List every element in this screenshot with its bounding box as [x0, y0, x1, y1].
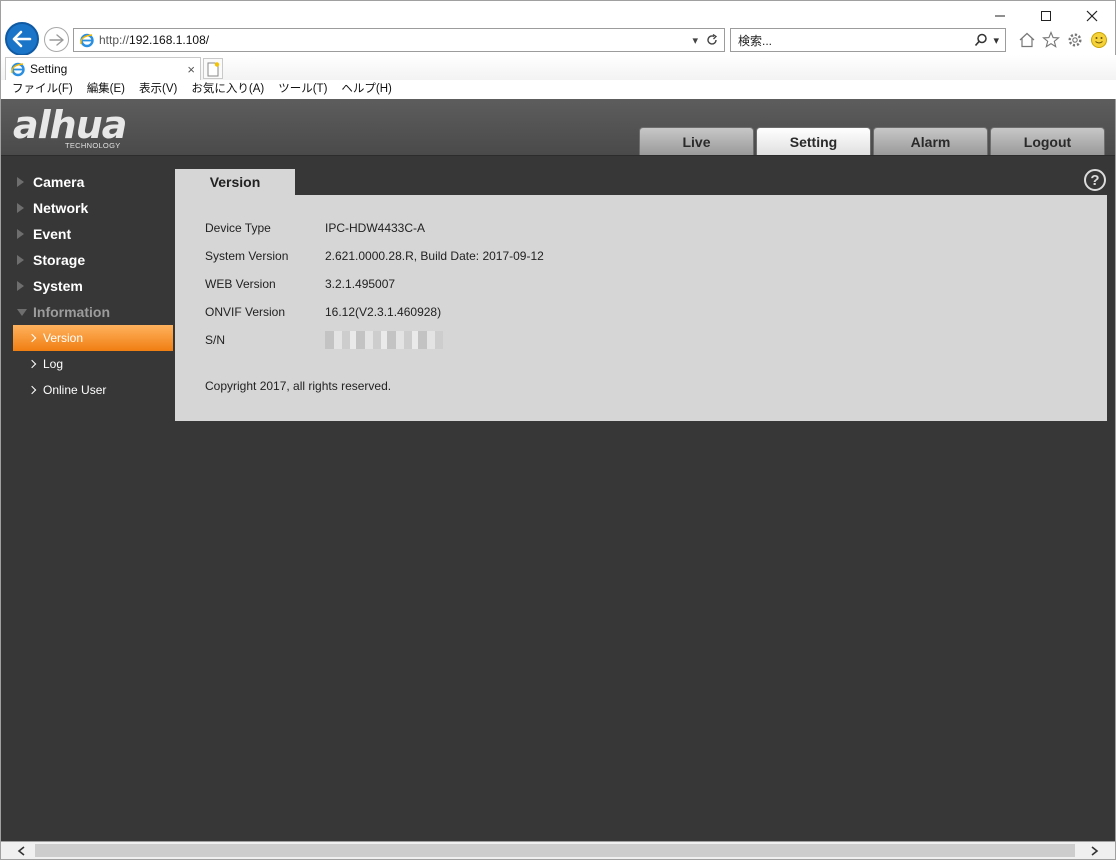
- search-dropdown-icon[interactable]: ▾: [993, 34, 999, 47]
- tab-live[interactable]: Live: [639, 127, 754, 155]
- ie-tab-icon: [11, 62, 25, 77]
- help-icon[interactable]: ?: [1084, 169, 1106, 191]
- chevron-right-icon: [27, 333, 37, 343]
- close-window-icon[interactable]: [1069, 3, 1115, 29]
- system-version-label: System Version: [205, 249, 289, 263]
- sidebar-item-network[interactable]: Network: [1, 195, 175, 221]
- ie-page-icon: [80, 33, 94, 48]
- url-host: 192.168.1.108/: [129, 33, 210, 47]
- tab-title: Setting: [30, 62, 68, 76]
- scroll-right-icon[interactable]: [1087, 844, 1101, 858]
- device-type-label: Device Type: [205, 221, 271, 235]
- forward-arrow-icon: [48, 33, 64, 46]
- settings-sidebar: Camera Network Event Storage System Info…: [1, 169, 175, 403]
- menu-file[interactable]: ファイル(F): [5, 80, 80, 99]
- new-tab-button[interactable]: [203, 58, 223, 79]
- copyright-text: Copyright 2017, all rights reserved.: [205, 379, 392, 393]
- sidebar-item-label: Storage: [33, 252, 86, 268]
- forward-button[interactable]: [44, 27, 69, 52]
- tab-logout[interactable]: Logout: [990, 127, 1105, 155]
- smiley-feedback-icon[interactable]: [1089, 30, 1109, 50]
- version-panel: Device Type IPC-HDW4433C-A System Versio…: [175, 195, 1107, 421]
- chevron-right-icon: [27, 359, 37, 369]
- collapse-triangle-icon: [17, 308, 27, 316]
- scroll-left-icon[interactable]: [15, 844, 29, 858]
- system-version-value: 2.621.0000.28.R, Build Date: 2017-09-12: [325, 249, 544, 263]
- back-arrow-icon: [12, 30, 32, 48]
- tab-strip: Setting ×: [1, 55, 1116, 80]
- serial-number-redacted: [325, 331, 443, 349]
- browser-toolbar-icons: [1017, 30, 1109, 50]
- main-nav-tabs: Live Setting Alarm Logout: [639, 127, 1105, 155]
- chevron-right-icon: [27, 385, 37, 395]
- menu-bar: ファイル(F) 編集(E) 表示(V) お気に入り(A) ツール(T) ヘルプ(…: [1, 80, 1116, 100]
- onvif-version-row: ONVIF Version 16.12(V2.3.1.460928): [205, 305, 441, 319]
- expand-triangle-icon: [17, 229, 24, 239]
- browser-chrome: http://192.168.1.108/ ▾ 検索... ▾ Setting …: [0, 0, 1116, 100]
- sidebar-item-label: Information: [33, 304, 110, 320]
- onvif-version-value: 16.12(V2.3.1.460928): [325, 305, 442, 319]
- web-version-row: WEB Version 3.2.1.495007: [205, 277, 395, 291]
- camera-web-app: alhua TECHNOLOGY Live Setting Alarm Logo…: [0, 99, 1116, 841]
- device-type-row: Device Type IPC-HDW4433C-A: [205, 221, 425, 235]
- sidebar-item-event[interactable]: Event: [1, 221, 175, 247]
- tab-close-icon[interactable]: ×: [187, 62, 195, 77]
- serial-number-row: S/N: [205, 331, 443, 349]
- tab-alarm[interactable]: Alarm: [873, 127, 988, 155]
- menu-edit[interactable]: 編集(E): [80, 80, 132, 99]
- sidebar-subitem-version[interactable]: Version: [13, 325, 173, 351]
- expand-triangle-icon: [17, 203, 24, 213]
- system-version-row: System Version 2.621.0000.28.R, Build Da…: [205, 249, 544, 263]
- url-scheme: http://: [99, 33, 130, 47]
- sidebar-subitem-label: Version: [43, 331, 84, 345]
- sidebar-item-label: Camera: [33, 174, 85, 190]
- sidebar-item-system[interactable]: System: [1, 273, 175, 299]
- sidebar-subitem-label: Online User: [43, 383, 107, 397]
- sidebar-item-camera[interactable]: Camera: [1, 169, 175, 195]
- sidebar-item-label: Event: [33, 226, 72, 242]
- search-icon[interactable]: [974, 33, 988, 47]
- search-box[interactable]: 検索... ▾: [730, 28, 1006, 52]
- address-bar[interactable]: http://192.168.1.108/ ▾: [73, 28, 725, 52]
- expand-triangle-icon: [17, 281, 24, 291]
- favorites-star-icon[interactable]: [1041, 30, 1061, 50]
- device-type-value: IPC-HDW4433C-A: [325, 221, 426, 235]
- horizontal-scrollbar[interactable]: [0, 841, 1116, 860]
- tab-setting[interactable]: Setting: [756, 127, 871, 155]
- gear-icon[interactable]: [1065, 30, 1085, 50]
- sidebar-subitem-label: Log: [43, 357, 64, 371]
- logo-subtitle: TECHNOLOGY: [65, 141, 121, 150]
- web-version-label: WEB Version: [205, 277, 276, 291]
- minimize-icon[interactable]: [977, 3, 1023, 29]
- content-tab-version[interactable]: Version: [175, 169, 295, 195]
- expand-triangle-icon: [17, 177, 24, 187]
- sidebar-subitem-log[interactable]: Log: [1, 351, 175, 377]
- search-input[interactable]: 検索...: [738, 32, 772, 49]
- expand-triangle-icon: [17, 255, 24, 265]
- dahua-logo: alhua TECHNOLOGY: [13, 103, 158, 151]
- menu-favorites[interactable]: お気に入り(A): [184, 80, 271, 99]
- sidebar-item-information[interactable]: Information: [1, 299, 175, 325]
- browser-tab-setting[interactable]: Setting ×: [5, 57, 201, 80]
- address-dropdown-icon[interactable]: ▾: [692, 34, 698, 47]
- menu-view[interactable]: 表示(V): [132, 80, 184, 99]
- menu-help[interactable]: ヘルプ(H): [334, 80, 398, 99]
- sidebar-item-label: System: [33, 278, 83, 294]
- web-version-value: 3.2.1.495007: [325, 277, 396, 291]
- serial-number-label: S/N: [205, 333, 226, 347]
- scrollbar-thumb[interactable]: [35, 844, 1075, 857]
- maximize-icon[interactable]: [1023, 3, 1069, 29]
- menu-tools[interactable]: ツール(T): [271, 80, 334, 99]
- refresh-icon[interactable]: [706, 34, 718, 46]
- sidebar-subitem-online-user[interactable]: Online User: [1, 377, 175, 403]
- back-button[interactable]: [5, 22, 39, 56]
- sidebar-item-label: Network: [33, 200, 89, 216]
- window-controls: [977, 3, 1115, 29]
- onvif-version-label: ONVIF Version: [205, 305, 286, 319]
- app-header: alhua TECHNOLOGY Live Setting Alarm Logo…: [1, 99, 1115, 156]
- new-tab-icon: [207, 61, 220, 76]
- home-icon[interactable]: [1017, 30, 1037, 50]
- sidebar-item-storage[interactable]: Storage: [1, 247, 175, 273]
